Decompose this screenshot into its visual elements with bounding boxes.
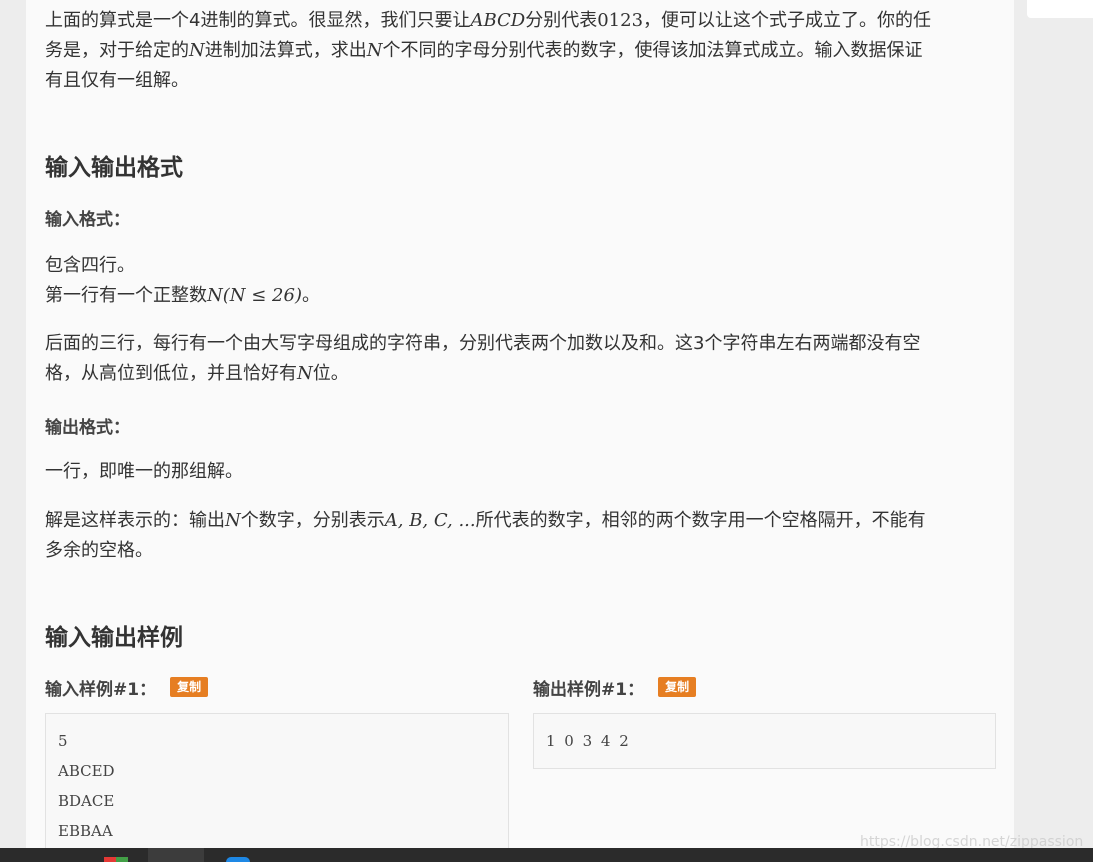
copy-output-button[interactable]: 复制 [658, 677, 697, 697]
input-format-paragraph-2: 后面的三行，每行有一个由大写字母组成的字符串，分别代表两个加数以及和。这3个字符… [45, 329, 920, 389]
input-p2-line-2: 格，从高位到低位，并且恰好有N位。 [45, 363, 349, 384]
sample-output-header: 输出样例#1： 复制 [533, 674, 697, 700]
copy-input-button[interactable]: 复制 [170, 677, 209, 697]
output-format-paragraph-1: 一行，即唯一的那组解。 [45, 461, 243, 482]
input-p2-line-1: 后面的三行，每行有一个由大写字母组成的字符串，分别代表两个加数以及和。这3个字符… [45, 333, 921, 354]
app-icon[interactable] [104, 857, 128, 862]
sample-output-label: 输出样例#1： [533, 679, 645, 700]
sample-input-line: 5 [58, 732, 68, 750]
input-format-heading: 输入格式： [45, 210, 130, 230]
sample-input-label: 输入样例#1： [45, 679, 157, 700]
input-line-2: 第一行有一个正整数N(N ≤ 26)。 [45, 285, 320, 306]
intro-paragraph: 上面的算式是一个4进制的算式。很显然，我们只要让ABCD分别代表0123，便可以… [45, 6, 931, 96]
input-format-paragraph-1: 包含四行。 第一行有一个正整数N(N ≤ 26)。 [45, 251, 320, 311]
samples-heading: 输入输出样例 [45, 625, 183, 651]
sample-input-box[interactable]: 5 ABCED BDACE EBBAA [45, 713, 509, 848]
sample-input-line: BDACE [58, 792, 115, 810]
active-task-icon[interactable] [148, 848, 204, 862]
problem-panel: 上面的算式是一个4进制的算式。很显然，我们只要让ABCD分别代表0123，便可以… [26, 0, 1014, 848]
output-p2-line-1: 解是这样表示的：输出N个数字，分别表示A, B, C, ...所代表的数字，相邻… [45, 510, 926, 531]
output-format-paragraph-2: 解是这样表示的：输出N个数字，分别表示A, B, C, ...所代表的数字，相邻… [45, 506, 926, 566]
input-line-1: 包含四行。 [45, 255, 135, 276]
output-p2-line-2: 多余的空格。 [45, 540, 153, 561]
sample-input-line: EBBAA [58, 822, 113, 840]
sample-output-box[interactable]: 1 0 3 4 2 [533, 713, 996, 769]
side-card [1027, 0, 1093, 18]
sample-input-header: 输入样例#1： 复制 [45, 674, 209, 700]
intro-line-3: 有且仅有一组解。 [45, 70, 189, 91]
sample-output-line: 1 0 3 4 2 [546, 732, 631, 750]
output-format-heading: 输出格式： [45, 418, 130, 438]
intro-line-2: 务是，对于给定的N进制加法算式，求出N个不同的字母分别代表的数字，使得该加法算式… [45, 40, 923, 61]
taskbar [0, 848, 1093, 862]
intro-line-1: 上面的算式是一个4进制的算式。很显然，我们只要让ABCD分别代表0123，便可以… [45, 10, 932, 31]
browser-icon[interactable] [226, 857, 250, 862]
sample-input-line: ABCED [58, 762, 115, 780]
io-format-heading: 输入输出格式 [45, 155, 183, 181]
